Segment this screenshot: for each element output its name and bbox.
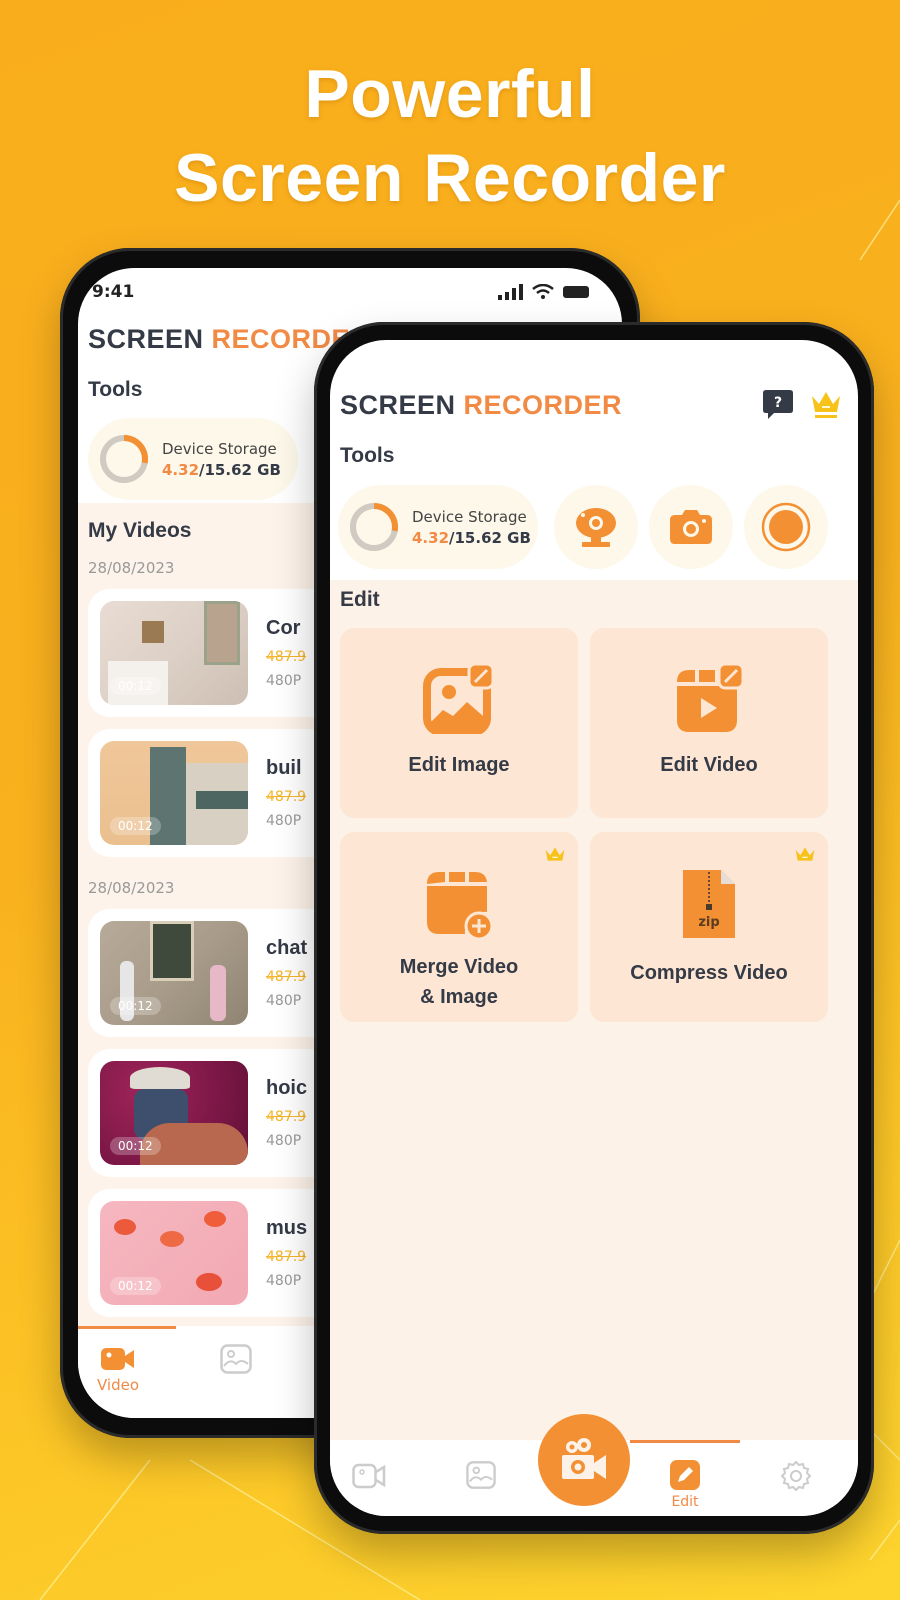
video-size: 487.9	[266, 789, 307, 805]
nav-label: Video	[96, 1376, 140, 1394]
nav-label: Edit	[671, 1494, 699, 1510]
tools-label: Tools	[88, 378, 143, 401]
video-resolution: 480P	[266, 813, 302, 829]
video-duration: 00:12	[110, 1277, 161, 1295]
front-phone-screen: SCREEN RECORDER ? Tools Device Storage 4…	[330, 340, 858, 1516]
nav-tab-video[interactable]	[352, 1462, 386, 1490]
zip-file-icon: zip	[683, 870, 735, 938]
nav-tab-images[interactable]	[466, 1460, 496, 1490]
edit-label: Edit	[340, 588, 380, 611]
my-videos-label: My Videos	[88, 519, 192, 542]
edit-card-label: Merge Video & Image	[399, 956, 519, 1008]
record-fab-button[interactable]	[538, 1414, 630, 1506]
storage-value: 4.32/15.62 GB	[412, 528, 531, 547]
edit-card-label: Compress Video	[630, 962, 788, 984]
video-camera-icon	[352, 1463, 386, 1489]
nav-tab-settings[interactable]	[780, 1460, 812, 1492]
record-tool-button[interactable]	[744, 485, 828, 569]
video-resolution: 480P	[266, 993, 302, 1009]
edit-video-icon	[677, 662, 745, 732]
image-icon	[220, 1344, 252, 1374]
storage-label: Device Storage	[162, 439, 277, 458]
webcam-icon	[576, 508, 616, 547]
crown-icon	[812, 392, 840, 418]
video-title: chat	[266, 937, 308, 959]
signal-icon	[498, 284, 523, 300]
status-bar: 9:41	[92, 280, 592, 304]
webcam-tool-button[interactable]	[554, 485, 638, 569]
edit-image-card[interactable]: Edit Image	[340, 628, 578, 818]
video-duration: 00:12	[110, 1137, 161, 1155]
settings-gear-icon	[780, 1460, 812, 1492]
image-icon	[466, 1461, 496, 1489]
nav-active-indicator	[630, 1440, 740, 1443]
video-title: Cor	[266, 617, 301, 639]
video-size: 487.9	[266, 969, 307, 985]
video-resolution: 480P	[266, 1273, 302, 1289]
video-thumbnail: 00:12	[100, 1061, 248, 1165]
video-camera-icon	[101, 1348, 134, 1370]
video-thumbnail: 00:12	[100, 1201, 248, 1305]
nav-tab-images[interactable]	[216, 1344, 256, 1374]
video-thumbnail: 00:12	[100, 741, 248, 845]
record-icon	[761, 502, 811, 552]
video-title: hoic	[266, 1077, 308, 1099]
crown-icon	[545, 847, 565, 861]
svg-text:zip: zip	[698, 915, 719, 930]
video-resolution: 480P	[266, 1133, 302, 1149]
front-phone-frame: SCREEN RECORDER ? Tools Device Storage 4…	[314, 322, 874, 1534]
record-camera-fab-icon	[562, 1438, 606, 1479]
edit-video-card[interactable]: Edit Video	[590, 628, 828, 818]
edit-panel: Edit Edit Image Edit Video Merge Video & …	[330, 580, 858, 1440]
edit-card-label: Edit Image	[408, 754, 510, 776]
app-title: SCREEN RECORDER	[340, 390, 623, 420]
battery-icon	[563, 286, 589, 298]
camera-icon	[670, 510, 712, 544]
edit-image-icon	[423, 662, 495, 734]
video-resolution: 480P	[266, 673, 302, 689]
tools-label: Tools	[340, 444, 395, 467]
nav-tab-video[interactable]: Video	[88, 1346, 148, 1394]
status-time: 9:41	[92, 282, 135, 302]
bottom-nav: Edit	[330, 1414, 858, 1516]
headline: Powerful Screen Recorder	[0, 52, 900, 220]
compress-video-card[interactable]: zip Compress Video	[590, 832, 828, 1022]
crown-icon	[795, 847, 815, 861]
video-title: mus	[266, 1217, 308, 1239]
edit-card-label: Edit Video	[660, 754, 758, 776]
wifi-icon	[532, 284, 554, 299]
device-storage-widget[interactable]: Device Storage 4.32/15.62 GB	[338, 485, 538, 569]
headline-line-2: Screen Recorder	[174, 140, 726, 216]
premium-badge	[544, 846, 566, 870]
video-title: buil	[266, 757, 302, 779]
nav-tab-edit[interactable]: Edit	[670, 1460, 700, 1510]
svg-text:?: ?	[774, 395, 782, 411]
storage-value: 4.32/15.62 GB	[162, 460, 281, 479]
video-thumbnail: 00:12	[100, 601, 248, 705]
video-size: 487.9	[266, 1109, 307, 1125]
edit-pencil-icon	[670, 1460, 700, 1490]
video-size: 487.9	[266, 649, 307, 665]
storage-donut-icon	[100, 435, 148, 483]
app-header: SCREEN RECORDER ?	[340, 384, 848, 424]
video-duration: 00:12	[110, 997, 161, 1015]
date-group-label: 28/08/2023	[88, 879, 175, 897]
premium-badge	[794, 846, 816, 870]
video-size: 487.9	[266, 1249, 307, 1265]
screenshot-tool-button[interactable]	[649, 485, 733, 569]
help-chat-icon: ?	[763, 390, 793, 419]
headline-line-1: Powerful	[304, 56, 596, 132]
video-thumbnail: 00:12	[100, 921, 248, 1025]
storage-donut-icon	[350, 503, 398, 551]
video-duration: 00:12	[110, 817, 161, 835]
merge-icon	[427, 872, 494, 940]
help-button[interactable]: ?	[762, 388, 794, 422]
nav-active-indicator	[78, 1326, 176, 1329]
premium-button[interactable]	[810, 388, 842, 420]
video-duration: 00:12	[110, 677, 161, 695]
storage-label: Device Storage	[412, 507, 527, 526]
date-group-label: 28/08/2023	[88, 559, 175, 577]
merge-video-image-card[interactable]: Merge Video & Image	[340, 832, 578, 1022]
device-storage-widget[interactable]: Device Storage 4.32/15.62 GB	[88, 418, 298, 500]
